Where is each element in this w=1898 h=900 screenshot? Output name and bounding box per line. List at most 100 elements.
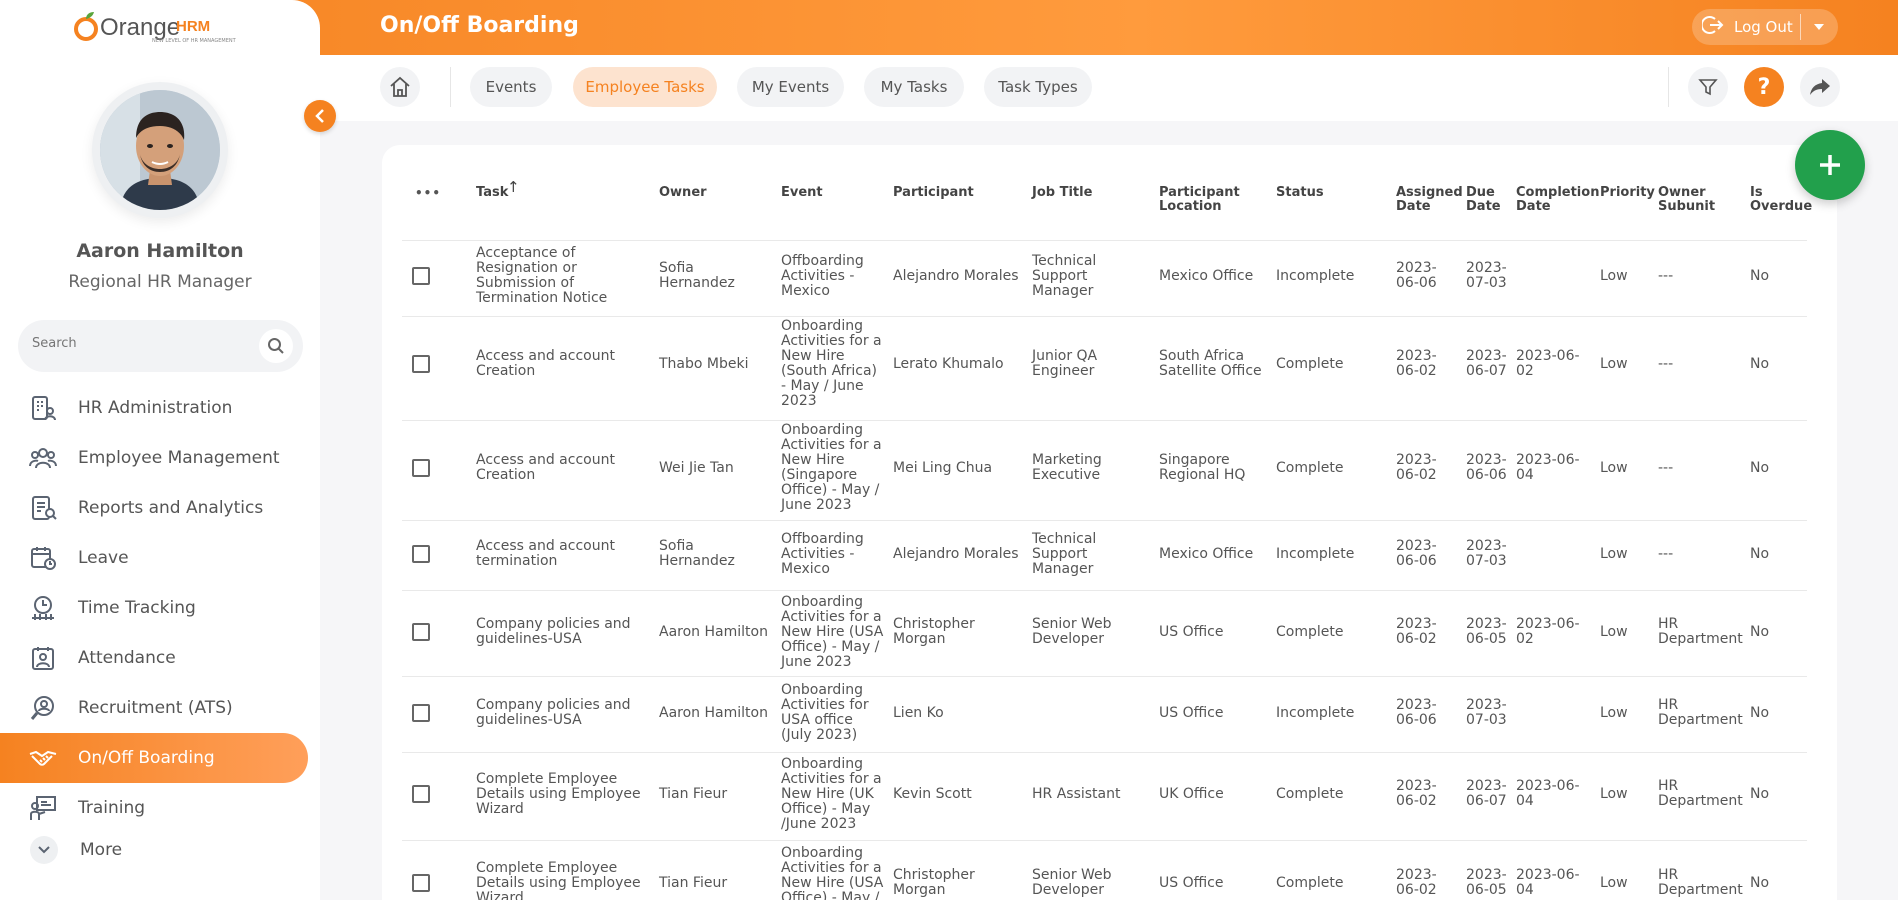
header-owner[interactable]: Owner (659, 185, 707, 200)
header-job-title[interactable]: Job Title (1032, 185, 1092, 200)
cell-job-title: Junior QA (1032, 348, 1098, 364)
sidebar-item-recruitment[interactable]: Recruitment (ATS) (0, 683, 320, 733)
home-button[interactable] (380, 67, 420, 107)
sidebar-item-leave[interactable]: Leave (0, 533, 320, 583)
cell-job-title: Senior Web (1032, 867, 1112, 883)
search-input[interactable] (32, 336, 252, 351)
tab-events[interactable]: Events (470, 67, 552, 107)
row-checkbox[interactable] (412, 459, 430, 477)
divider (450, 67, 451, 107)
tab-my-tasks[interactable]: My Tasks (864, 67, 964, 107)
tab-employee-tasks[interactable]: Employee Tasks (573, 67, 717, 107)
sidebar-item-attendance[interactable]: Attendance (0, 633, 320, 683)
search-icon[interactable] (259, 329, 293, 363)
cell-participant: Lien Ko (893, 704, 944, 721)
header-assigned-date[interactable]: Assigned (1396, 185, 1463, 200)
sidebar-item-reports-and-analytics[interactable]: Reports and Analytics (0, 483, 320, 533)
row-checkbox[interactable] (412, 267, 430, 285)
cell-job-title: Technical (1032, 530, 1097, 547)
caret-down-icon (1814, 24, 1824, 30)
sidebar-item-training[interactable]: Training (0, 783, 320, 833)
row-checkbox[interactable] (412, 355, 430, 373)
sidebar-item-time-tracking[interactable]: Time Tracking (0, 583, 320, 633)
sidebar-more-button[interactable]: More (0, 833, 320, 867)
cell-location: South Africa (1159, 348, 1245, 364)
cell-event: Onboarding (781, 844, 863, 861)
header-owner-subunit[interactable]: Subunit (1658, 199, 1715, 214)
cell-priority: Low (1600, 623, 1628, 640)
cell-job-title: Executive (1032, 467, 1101, 483)
row-checkbox[interactable] (412, 874, 430, 892)
sidebar-item-hr-administration[interactable]: HR Administration (0, 383, 320, 433)
logo-tagline: NEW LEVEL OF HR MANAGEMENT (152, 38, 236, 44)
header-due-date[interactable]: Due (1466, 185, 1495, 200)
filter-button[interactable] (1688, 67, 1728, 107)
cell-event: Office) - May / (781, 482, 880, 498)
header-task[interactable]: Task (476, 185, 508, 200)
cell-due-date: 06-06 (1466, 467, 1507, 483)
header-is-overdue[interactable]: Is (1750, 185, 1763, 200)
sidebar-search (18, 320, 303, 372)
header-completion-date[interactable]: Date (1516, 199, 1551, 214)
cell-status: Complete (1276, 459, 1344, 476)
logout-dropdown-button[interactable] (1801, 9, 1837, 45)
header-is-overdue[interactable]: Overdue (1750, 199, 1812, 214)
cell-due-date: 2023- (1466, 538, 1507, 554)
header-owner-subunit[interactable]: Owner (1658, 185, 1706, 200)
sort-ascending-icon[interactable]: ↑ (507, 180, 520, 195)
share-button[interactable] (1800, 67, 1840, 107)
row-checkbox[interactable] (412, 545, 430, 563)
cell-location: Mexico Office (1159, 545, 1254, 562)
building-icon (28, 393, 58, 423)
cell-is-overdue: No (1750, 267, 1770, 284)
cell-due-date: 2023- (1466, 778, 1507, 794)
header-participant-location[interactable]: Participant (1159, 185, 1240, 200)
tab-my-events[interactable]: My Events (737, 67, 844, 107)
help-button[interactable]: ? (1744, 67, 1784, 107)
avatar[interactable] (100, 90, 220, 210)
sidebar-item-on-off-boarding[interactable]: On/Off Boarding (0, 733, 308, 783)
cell-priority: Low (1600, 785, 1628, 802)
cell-location: Singapore (1159, 452, 1230, 468)
cell-is-overdue: No (1750, 785, 1770, 802)
cell-owner: Wei Jie Tan (659, 459, 734, 476)
sidebar-collapse-button[interactable] (304, 100, 336, 132)
app-logo[interactable]: Orange HRM NEW LEVEL OF HR MANAGEMENT (72, 8, 252, 48)
row-checkbox[interactable] (412, 623, 430, 641)
cell-due-date: 07-03 (1466, 553, 1507, 569)
cell-event: Activities for a (781, 608, 882, 625)
header-event[interactable]: Event (781, 185, 823, 200)
cell-event: Activities for a (781, 770, 882, 787)
logout-button[interactable]: Log Out (1692, 9, 1800, 45)
cell-event: (South Africa) (781, 363, 877, 379)
header-participant[interactable]: Participant (893, 185, 974, 200)
cell-assigned-date: 2023- (1396, 616, 1437, 632)
cell-owner-subunit: Department (1658, 712, 1743, 728)
sidebar-item-employee-management[interactable]: Employee Management (0, 433, 320, 483)
header-priority[interactable]: Priority (1600, 185, 1655, 200)
header-status[interactable]: Status (1276, 185, 1324, 200)
cell-assigned-date: 06-06 (1396, 553, 1437, 569)
add-task-button[interactable] (1795, 130, 1865, 200)
cell-owner-subunit: HR (1658, 616, 1679, 632)
header-assigned-date[interactable]: Date (1396, 199, 1431, 214)
row-checkbox[interactable] (412, 704, 430, 722)
cell-event: Activities for (781, 697, 869, 713)
cell-completion-date: 2023-06- (1516, 348, 1580, 364)
cell-job-title: Manager (1032, 560, 1094, 577)
cell-job-title: Support (1032, 267, 1088, 284)
cell-task: Complete Employee (476, 770, 618, 787)
header-participant-location[interactable]: Location (1159, 199, 1222, 214)
cell-event: New Hire (USA (781, 623, 884, 640)
cell-task: Wizard (476, 800, 524, 817)
tab-task-types[interactable]: Task Types (984, 67, 1092, 107)
header-due-date[interactable]: Date (1466, 199, 1501, 214)
header-completion-date[interactable]: Completion (1516, 185, 1599, 200)
row-checkbox[interactable] (412, 785, 430, 803)
cell-is-overdue: No (1750, 874, 1770, 891)
cell-completion-date: 04 (1516, 882, 1534, 898)
cell-assigned-date: 06-02 (1396, 467, 1437, 483)
cell-owner: Aaron Hamilton (659, 704, 768, 721)
more-options-icon[interactable]: ••• (415, 186, 441, 200)
row-divider (402, 676, 1807, 677)
